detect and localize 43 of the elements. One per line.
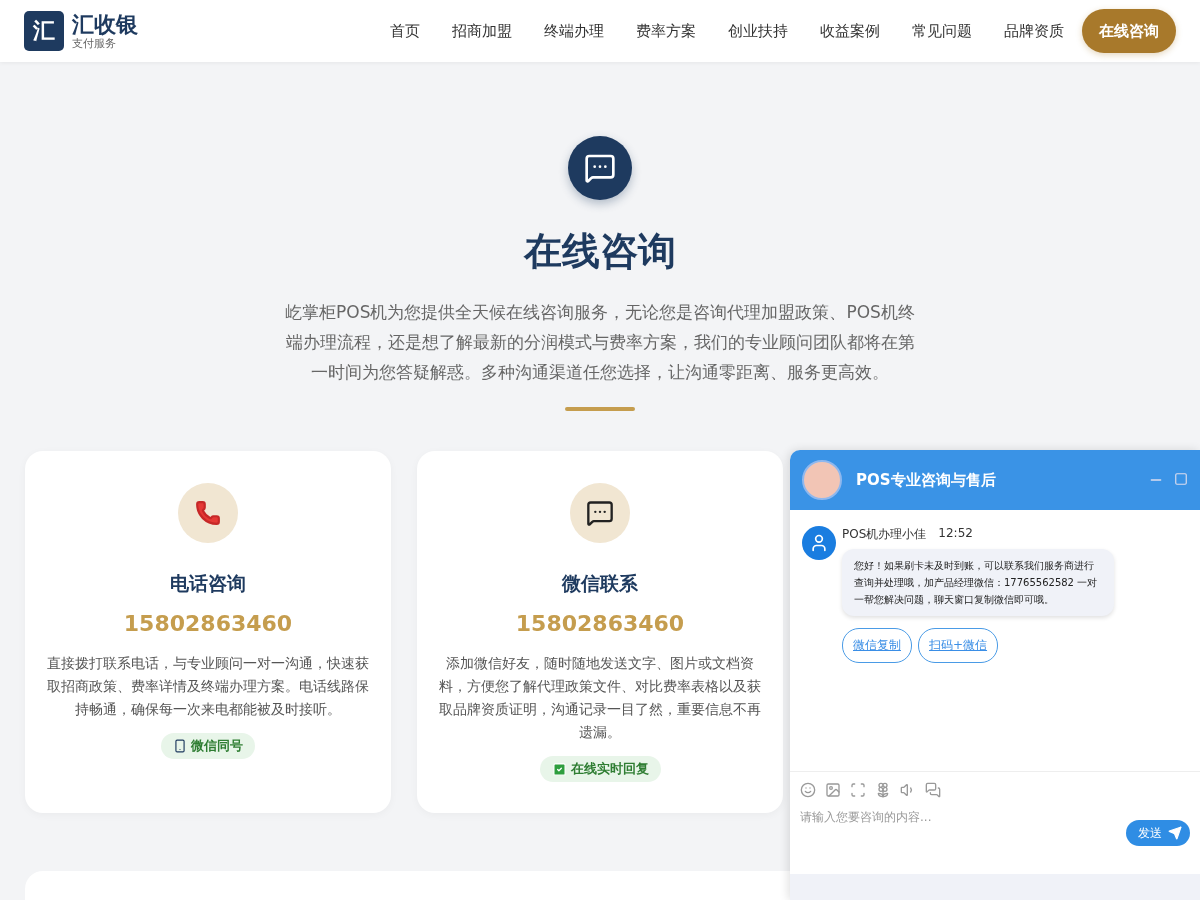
message-time: 12:52 [938, 526, 973, 542]
nav-link[interactable]: 招商加盟 [436, 21, 528, 41]
flower-icon[interactable] [875, 782, 891, 798]
maximize-icon[interactable] [1174, 472, 1188, 486]
nav-link[interactable]: 首页 [374, 21, 436, 41]
chat-icon [568, 136, 632, 200]
section-description: 屹掌柜POS机为您提供全天候在线咨询服务，无论您是咨询代理加盟政策、POS机终端办理流程，还是想了解最新的分润模式与费率方案，我们的专业顾问团队都将在第一时间为您答疑解惑。多种沟通渠道任您选择，让沟通零距离、服务更高效。 [285, 301, 915, 384]
brand-name: 汇收银 [72, 12, 138, 37]
brand-tagline: 支付服务 [72, 36, 117, 50]
nav-link[interactable]: 收益案例 [804, 21, 896, 41]
send-icon [1168, 826, 1182, 840]
sender-name: POS机办理小佳 [842, 526, 927, 543]
nav-link[interactable]: 创业扶持 [712, 21, 804, 41]
checkbox-icon [551, 761, 567, 777]
chat-title: POS专业咨询与售后 [856, 470, 996, 490]
nav-link[interactable]: 终端办理 [528, 21, 620, 41]
nav-link[interactable]: 费率方案 [620, 21, 712, 41]
tag-label: 微信同号 [191, 737, 243, 755]
phone-number: 15802863460 [515, 611, 685, 636]
nav-link[interactable]: 常见问题 [896, 21, 988, 41]
card-description: 直接拨打联系电话，与专业顾问一对一沟通，快速获取招商政策、费率详情及终端办理方案。电话线路保持畅通，确保每一次来电都能被及时接听。 [47, 654, 369, 719]
message-bubble: 您好！如果刷卡未及时到账，可以联系我们服务商进行查询并处理哦，加产品经理微信：17765562582 一对一帮您解决问题，聊天窗口复制微信即可哦。 [842, 549, 1114, 616]
emoji-icon[interactable] [800, 782, 816, 798]
phone-icon [195, 500, 221, 526]
consult-button[interactable]: 在线咨询 [1082, 9, 1176, 53]
logo-mark: 汇 [24, 11, 64, 51]
chat-bubble-icon [586, 499, 614, 527]
card-description: 添加微信好友，随时随地发送文字、图片或文档资料，方便您了解代理政策文件、对比费率表格以及获取品牌资质证明，沟通记录一目了然，重要信息不再遗漏。 [439, 654, 761, 742]
phone-number: 15802863460 [123, 611, 293, 636]
accent-line [565, 407, 635, 411]
scan-icon[interactable] [850, 782, 866, 798]
tag-label: 在线实时回复 [570, 760, 649, 778]
quick-reply-link[interactable]: 扫码+微信 [918, 628, 999, 663]
agent-avatar [802, 526, 836, 560]
nav-link[interactable]: 品牌资质 [988, 21, 1080, 41]
quick-reply-link[interactable]: 微信复制 [842, 628, 912, 663]
image-icon[interactable] [825, 782, 841, 798]
card-title: 微信联系 [562, 571, 638, 596]
chat-bubbles-icon[interactable] [925, 782, 941, 798]
avatar [802, 460, 842, 500]
section-title: 在线咨询 [524, 228, 676, 275]
smartphone-icon [173, 739, 187, 753]
card-title: 电话咨询 [170, 571, 246, 596]
